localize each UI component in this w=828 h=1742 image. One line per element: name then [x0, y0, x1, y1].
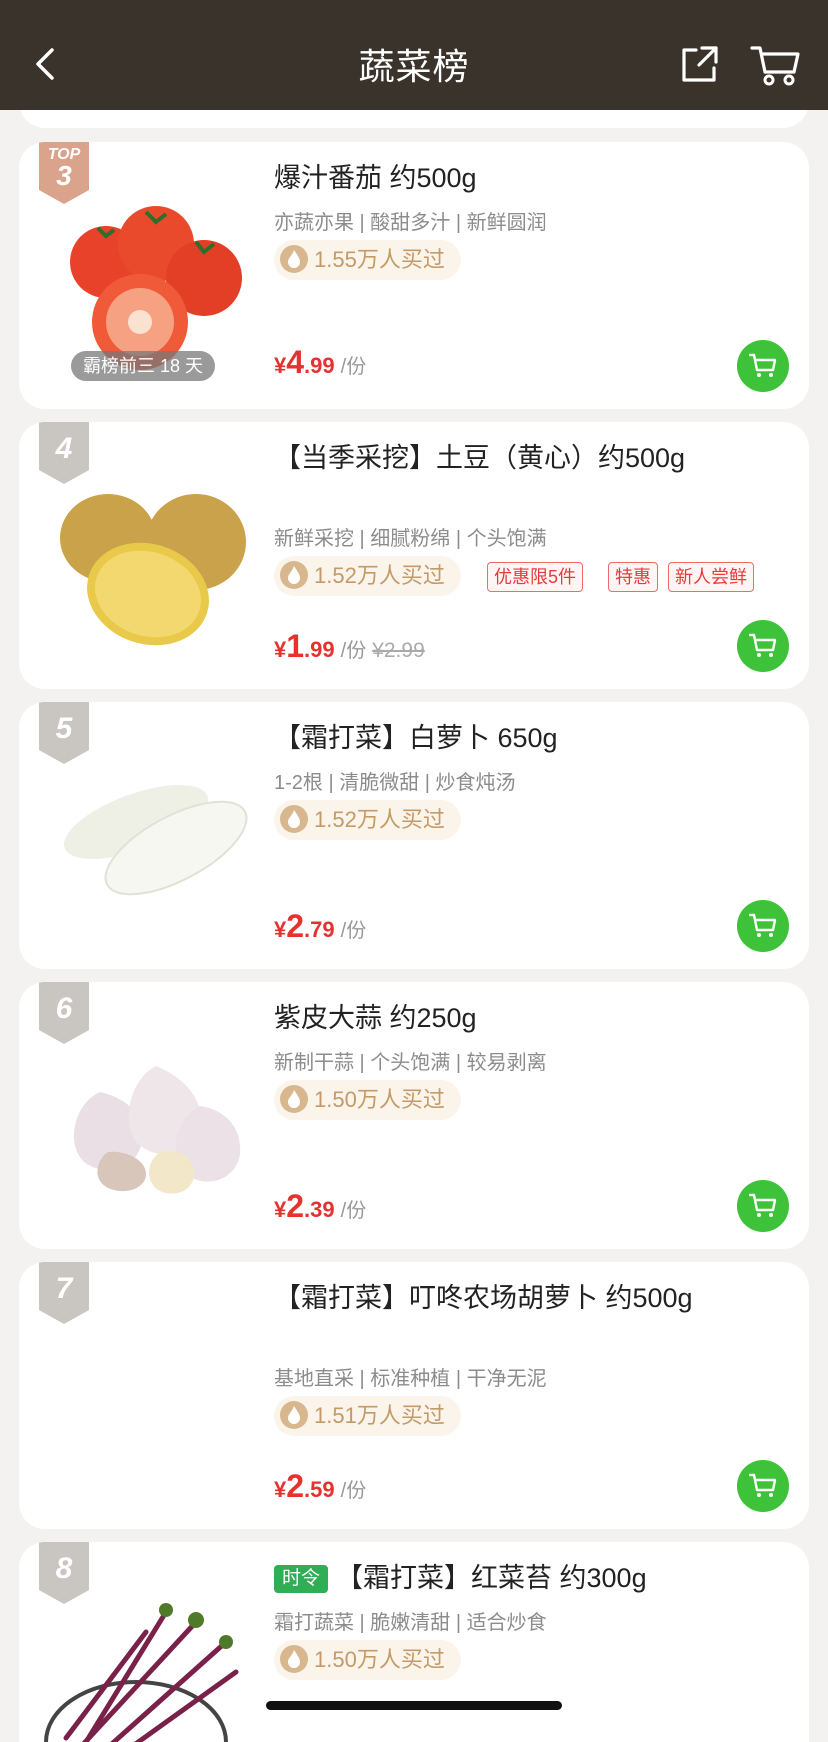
flame-icon: [280, 561, 308, 589]
rank-number: 7: [55, 1272, 73, 1305]
flame-icon: [280, 1085, 308, 1113]
promo-tag: 优惠限5件: [487, 562, 584, 592]
add-to-cart-button[interactable]: [737, 1180, 789, 1232]
flame-icon: [280, 245, 308, 273]
price: ¥1.99/份 ¥2.99: [274, 628, 425, 664]
flame-icon: [280, 1645, 308, 1673]
product-name[interactable]: 【霜打菜】叮咚农场胡萝卜 约500g: [274, 1280, 734, 1317]
rank-badge: 7: [35, 1262, 93, 1324]
rank-badge: 6: [35, 982, 93, 1044]
original-price: ¥2.99: [372, 639, 425, 662]
home-indicator[interactable]: [266, 1701, 562, 1710]
product-name[interactable]: 【当季采挖】土豆（黄心）约500g: [274, 440, 734, 477]
sales-count: 1.52万人买过: [274, 556, 461, 596]
sales-count: 1.52万人买过: [274, 800, 461, 840]
rank-number: 5: [55, 712, 73, 745]
rank-number: 8: [55, 1552, 73, 1585]
price: ¥4.99/份: [274, 344, 367, 380]
product-name[interactable]: 紫皮大蒜 约250g: [274, 1000, 734, 1037]
flame-icon: [280, 805, 308, 833]
product-name[interactable]: 时令 【霜打菜】红菜苔 约300g: [274, 1560, 734, 1597]
product-name[interactable]: 【霜打菜】白萝卜 650g: [274, 720, 734, 757]
promo-tag: 特惠: [608, 562, 658, 592]
price: ¥2.39/份: [274, 1188, 367, 1224]
product-subtitle: 基地直采 | 标准种植 | 干净无泥: [274, 1368, 547, 1390]
add-to-cart-button[interactable]: [737, 1460, 789, 1512]
product-subtitle: 亦蔬亦果 | 酸甜多汁 | 新鲜圆润: [274, 212, 547, 234]
top-streak-badge: 霸榜前三 18 天: [71, 351, 216, 381]
rank-number: 6: [55, 992, 73, 1025]
rank-badge: 8: [35, 1542, 93, 1604]
product-card-rank-8[interactable]: 8 时令 【霜打菜】红菜苔 约300g 霜打蔬菜 | 脆嫩清甜 | 适合炒食 1.…: [19, 1542, 809, 1742]
sales-count: 1.50万人买过: [274, 1080, 461, 1120]
sales-count: 1.51万人买过: [274, 1396, 461, 1436]
add-to-cart-button[interactable]: [737, 900, 789, 952]
rank-badge: 5: [35, 702, 93, 764]
share-icon[interactable]: [672, 36, 728, 92]
rank-badge: 4: [35, 422, 93, 484]
product-card-rank-5[interactable]: 5 【霜打菜】白萝卜 650g 1-2根 | 清脆微甜 | 炒食炖汤 1.52万…: [19, 702, 809, 969]
top-nav-bar: 蔬菜榜: [0, 0, 828, 110]
product-card-rank-6[interactable]: 6 紫皮大蒜 约250g 新制干蒜 | 个头饱满 | 较易剥离 1.50万人买过…: [19, 982, 809, 1249]
seasonal-tag: 时令: [274, 1565, 329, 1593]
add-to-cart-button[interactable]: [737, 620, 789, 672]
sales-count: 1.50万人买过: [274, 1640, 461, 1680]
shopping-cart-icon[interactable]: [748, 36, 804, 92]
sales-count: 1.55万人买过: [274, 240, 461, 280]
flame-icon: [280, 1401, 308, 1429]
product-subtitle: 霜打蔬菜 | 脆嫩清甜 | 适合炒食: [274, 1612, 547, 1634]
product-subtitle: 新鲜采挖 | 细腻粉绵 | 个头饱满: [274, 528, 547, 550]
product-card-rank-7[interactable]: 7 【霜打菜】叮咚农场胡萝卜 约500g 基地直采 | 标准种植 | 干净无泥 …: [19, 1262, 809, 1529]
add-to-cart-button[interactable]: [737, 340, 789, 392]
price: ¥2.59/份: [274, 1468, 367, 1504]
product-name[interactable]: 爆汁番茄 约500g: [274, 160, 734, 197]
product-subtitle: 1-2根 | 清脆微甜 | 炒食炖汤: [274, 772, 516, 794]
rank-number: 4: [55, 432, 73, 465]
product-subtitle: 新制干蒜 | 个头饱满 | 较易剥离: [274, 1052, 547, 1074]
price: ¥2.79/份: [274, 908, 367, 944]
rank-number: 3: [56, 160, 72, 191]
rank-badge: TOP 3: [35, 142, 93, 204]
product-card-rank-3[interactable]: TOP 3 霸榜前三 18 天 爆汁番茄 约500g 亦蔬亦果 | 酸甜多汁 |…: [19, 142, 809, 409]
product-card-rank-4[interactable]: 4 【当季采挖】土豆（黄心）约500g 新鲜采挖 | 细腻粉绵 | 个头饱满 1…: [19, 422, 809, 689]
promo-tag: 新人尝鲜: [668, 562, 754, 592]
